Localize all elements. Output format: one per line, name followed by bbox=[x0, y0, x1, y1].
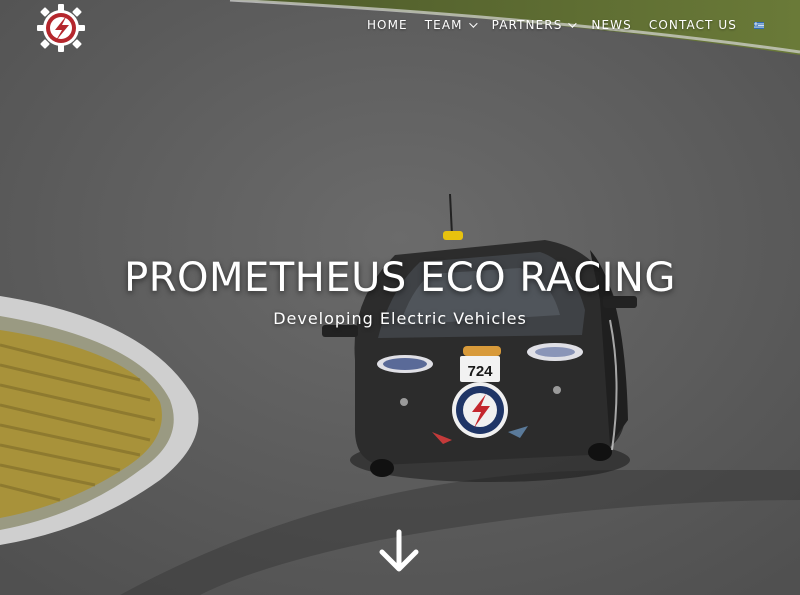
nav-item-label: PARTNERS bbox=[491, 18, 563, 32]
nav-item-label: NEWS bbox=[591, 18, 632, 32]
nav-item-label: HOME bbox=[366, 18, 408, 32]
hero-title: PROMETHEUS ECO RACING bbox=[124, 255, 676, 301]
hero-section: 724 HOME TEAM PARTNERS NEWS CONTACT US P… bbox=[0, 0, 800, 595]
gear-lightning-logo[interactable] bbox=[36, 3, 86, 53]
chevron-down-icon bbox=[468, 19, 478, 28]
nav-item-team[interactable]: TEAM bbox=[424, 18, 478, 32]
chevron-down-icon bbox=[568, 19, 578, 28]
hero-subtitle: Developing Electric Vehicles bbox=[273, 309, 527, 328]
nav-item-partners[interactable]: PARTNERS bbox=[491, 18, 578, 32]
nav-item-label: CONTACT US bbox=[648, 18, 737, 32]
nav-item-news[interactable]: NEWS bbox=[591, 18, 631, 32]
greek-flag-icon[interactable] bbox=[754, 21, 764, 29]
nav-item-contact-us[interactable]: CONTACT US bbox=[649, 18, 737, 32]
nav-item-label: TEAM bbox=[424, 18, 463, 32]
main-nav: HOME TEAM PARTNERS NEWS CONTACT US bbox=[350, 18, 764, 32]
car-number-label: 724 bbox=[467, 363, 493, 380]
top-navbar: HOME TEAM PARTNERS NEWS CONTACT US bbox=[0, 0, 800, 52]
nav-item-home[interactable]: HOME bbox=[367, 18, 408, 32]
arrow-down-icon[interactable] bbox=[376, 528, 422, 576]
